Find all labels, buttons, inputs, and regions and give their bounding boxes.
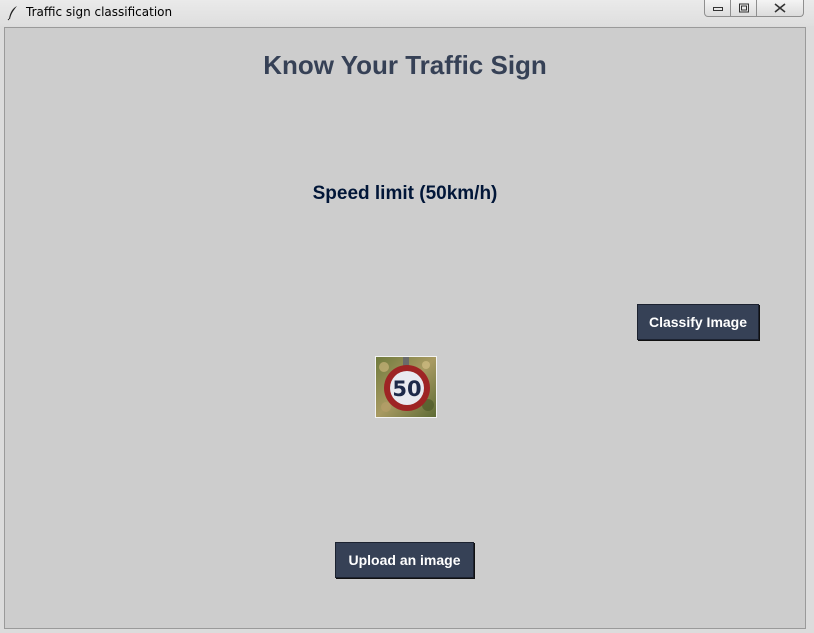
uploaded-sign-image: 50: [375, 356, 437, 418]
classify-image-button[interactable]: Classify Image: [637, 304, 759, 340]
upload-image-button[interactable]: Upload an image: [335, 542, 474, 578]
minimize-icon: [712, 7, 723, 11]
main-panel: Know Your Traffic Sign Speed limit (50km…: [4, 27, 806, 629]
minimize-button[interactable]: [704, 0, 731, 17]
window-title: Traffic sign classification: [26, 5, 173, 19]
close-icon: [774, 3, 786, 13]
feather-icon: [7, 5, 19, 21]
close-button[interactable]: [757, 0, 804, 17]
title-bar[interactable]: Traffic sign classification: [0, 0, 814, 26]
maximize-icon: [738, 3, 749, 13]
window-controls: [704, 0, 806, 18]
sign-number: 50: [392, 377, 421, 401]
page-title: Know Your Traffic Sign: [263, 50, 547, 80]
maximize-button[interactable]: [731, 0, 757, 17]
prediction-label: Speed limit (50km/h): [312, 183, 498, 204]
app-window: Traffic sign classification Know Your Tr…: [0, 0, 814, 633]
